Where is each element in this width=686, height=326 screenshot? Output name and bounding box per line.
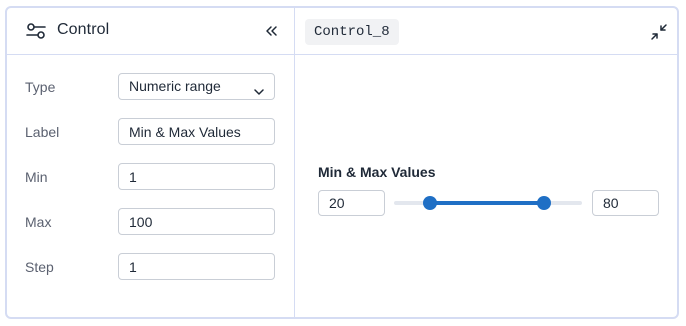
slider-low-handle[interactable] [423,196,438,210]
max-label: Max [25,214,52,230]
slider-high-handle[interactable] [537,196,552,210]
collapse-panel-button[interactable] [261,21,281,41]
type-label: Type [25,79,56,95]
step-row: Step [7,253,294,281]
max-row: Max [7,208,294,236]
sliders-icon [26,22,46,40]
label-label: Label [25,124,60,140]
type-select-value: Numeric range [129,78,221,94]
control-name-tag: Control_8 [305,19,399,45]
range-min-input[interactable] [318,190,385,216]
double-chevron-left-icon [261,26,281,45]
min-input[interactable] [118,163,275,190]
step-input[interactable] [118,253,275,280]
step-label: Step [25,259,54,275]
chevron-down-icon [253,81,265,95]
minimize-arrows-icon [650,24,668,45]
control-editor: Control Type Numeric range Label Min & M… [5,6,679,319]
minimize-button[interactable] [650,23,668,41]
range-slider-title: Min & Max Values [318,164,436,180]
panel-title: Control [57,21,110,38]
left-panel-header: Control [7,8,294,54]
label-row: Label [7,118,294,146]
min-row: Min [7,163,294,191]
type-select[interactable]: Numeric range [118,73,275,100]
max-input[interactable] [118,208,275,235]
type-row: Type Numeric range [7,73,294,101]
label-input[interactable] [118,118,275,145]
slider-selected-range [430,201,545,205]
min-label: Min [25,169,48,185]
range-max-input[interactable] [592,190,659,216]
header-divider [7,54,677,55]
